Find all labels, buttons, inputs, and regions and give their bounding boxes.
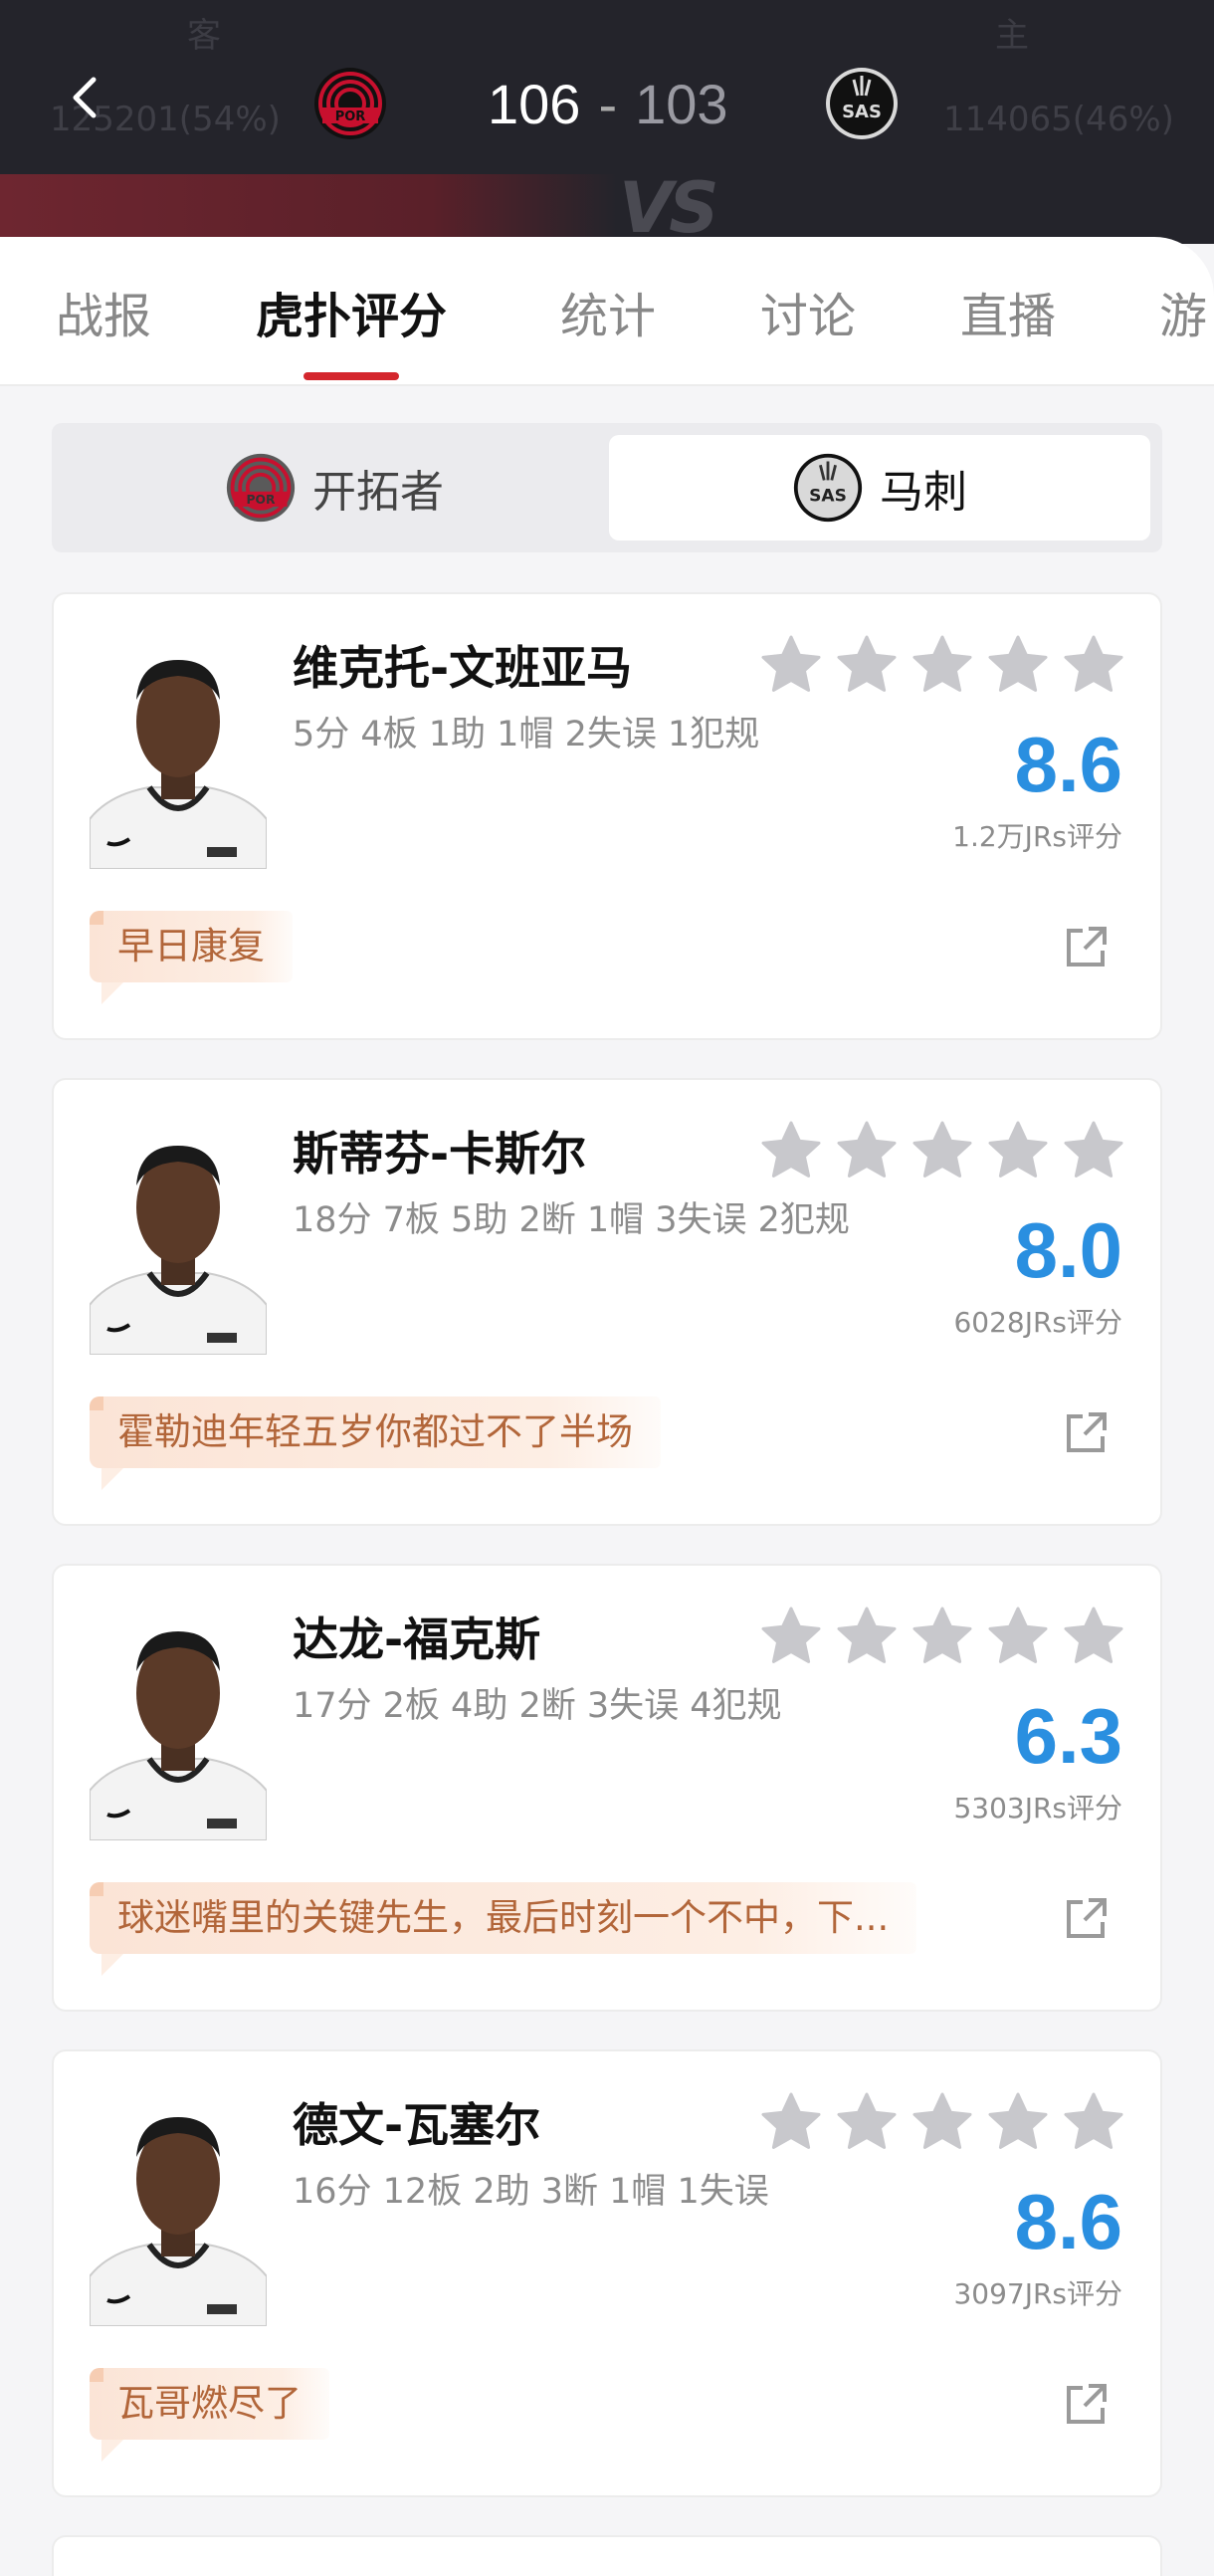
svg-text:SAS: SAS bbox=[842, 102, 882, 122]
star-icon[interactable] bbox=[760, 2091, 822, 2153]
share-button[interactable] bbox=[1063, 923, 1111, 970]
player-card[interactable]: 维克托-文班亚马 5分 4板 1助 1帽 2失误 1犯规 8.6 1.2万JRs… bbox=[52, 592, 1162, 1040]
share-icon bbox=[1063, 2380, 1111, 2428]
rating-count: 1.2万JRs评分 bbox=[952, 820, 1122, 853]
team-option-blazers[interactable]: POR 开拓者 bbox=[64, 435, 605, 540]
rating-stars bbox=[760, 1606, 1124, 1667]
share-icon bbox=[1063, 923, 1111, 970]
star-icon[interactable] bbox=[987, 1606, 1049, 1667]
star-icon[interactable] bbox=[1063, 2091, 1124, 2153]
vs-mark: VS bbox=[619, 167, 719, 244]
share-icon bbox=[1063, 1894, 1111, 1942]
tab-discussion[interactable]: 讨论 bbox=[760, 277, 856, 346]
rating-stars bbox=[760, 634, 1124, 696]
star-icon[interactable] bbox=[1063, 1606, 1124, 1667]
player-avatar-icon bbox=[90, 630, 267, 869]
player-avatar-icon bbox=[90, 1116, 267, 1355]
star-icon[interactable] bbox=[760, 634, 822, 696]
tab-bar: 战报 虎扑评分 统计 讨论 直播 游 bbox=[0, 237, 1214, 386]
active-tab-indicator bbox=[304, 372, 399, 380]
team-switcher: POR 开拓者 SAS 马刺 bbox=[52, 423, 1162, 552]
star-icon[interactable] bbox=[836, 634, 898, 696]
star-icon[interactable] bbox=[760, 1120, 822, 1181]
tab-stats[interactable]: 统计 bbox=[560, 277, 656, 346]
rating-count: 6028JRs评分 bbox=[953, 1306, 1122, 1339]
player-rating: 8.6 bbox=[1014, 2178, 1122, 2265]
player-name: 德文-瓦塞尔 bbox=[293, 2098, 541, 2152]
away-score: 103 bbox=[635, 73, 728, 135]
player-name: 斯蒂芬-卡斯尔 bbox=[293, 1127, 587, 1181]
player-avatar bbox=[90, 2087, 267, 2326]
sas-logo-icon[interactable]: SAS bbox=[824, 66, 900, 141]
player-name: 维克托-文班亚马 bbox=[293, 641, 633, 695]
rating-stars bbox=[760, 2091, 1124, 2153]
team-name-blazers: 开拓者 bbox=[312, 467, 444, 518]
star-icon[interactable] bbox=[987, 634, 1049, 696]
tab-report[interactable]: 战报 bbox=[56, 277, 151, 346]
player-avatar bbox=[90, 1116, 267, 1355]
tab-more[interactable]: 游 bbox=[1159, 277, 1207, 346]
star-icon[interactable] bbox=[911, 1120, 973, 1181]
player-stats: 5分 4板 1助 1帽 2失误 1犯规 bbox=[293, 715, 760, 754]
star-icon[interactable] bbox=[836, 1120, 898, 1181]
svg-text:SAS: SAS bbox=[809, 486, 847, 506]
game-header: VS 客 主 125201(54%) 114065(46%) POR 106-1… bbox=[0, 0, 1214, 244]
star-icon[interactable] bbox=[1063, 634, 1124, 696]
scoreboard: 106-103 bbox=[488, 72, 728, 136]
away-side-label: 客 bbox=[187, 16, 221, 56]
away-vote-bar bbox=[0, 174, 617, 244]
star-icon[interactable] bbox=[987, 1120, 1049, 1181]
home-side-label: 主 bbox=[995, 16, 1029, 56]
sas-logo-icon: SAS bbox=[793, 453, 863, 523]
back-arrow-icon bbox=[73, 77, 97, 118]
svg-text:POR: POR bbox=[247, 493, 276, 507]
player-avatar bbox=[90, 1602, 267, 1840]
score-separator: - bbox=[598, 73, 618, 135]
home-score: 106 bbox=[488, 73, 581, 135]
player-avatar-icon bbox=[90, 1602, 267, 1840]
tab-live[interactable]: 直播 bbox=[960, 277, 1056, 346]
star-icon[interactable] bbox=[911, 634, 973, 696]
star-icon[interactable] bbox=[911, 1606, 973, 1667]
star-icon[interactable] bbox=[836, 1606, 898, 1667]
star-icon[interactable] bbox=[987, 2091, 1049, 2153]
star-icon[interactable] bbox=[911, 2091, 973, 2153]
por-logo-icon[interactable]: POR bbox=[312, 66, 388, 141]
share-button[interactable] bbox=[1063, 1894, 1111, 1942]
share-button[interactable] bbox=[1063, 1408, 1111, 1456]
star-icon[interactable] bbox=[1063, 1120, 1124, 1181]
share-button[interactable] bbox=[1063, 2380, 1111, 2428]
top-comment[interactable]: 球迷嘴里的关键先生，最后时刻一个不中，下... bbox=[90, 1882, 917, 1976]
back-button[interactable] bbox=[58, 70, 113, 125]
player-rating: 8.6 bbox=[1014, 721, 1122, 808]
team-name-spurs: 马刺 bbox=[880, 467, 967, 518]
por-logo-icon: POR bbox=[226, 453, 296, 523]
player-name: 达龙-福克斯 bbox=[293, 1612, 541, 1666]
team-option-spurs[interactable]: SAS 马刺 bbox=[609, 435, 1150, 540]
rating-count: 3097JRs评分 bbox=[953, 2277, 1122, 2310]
star-icon[interactable] bbox=[760, 1606, 822, 1667]
player-stats: 18分 7板 5助 2断 1帽 3失误 2犯规 bbox=[293, 1200, 850, 1240]
player-stats: 16分 12板 2助 3断 1帽 1失误 bbox=[293, 2172, 769, 2212]
rating-stars bbox=[760, 1120, 1124, 1181]
star-icon[interactable] bbox=[836, 2091, 898, 2153]
player-card[interactable]: 斯蒂芬-卡斯尔 18分 7板 5助 2断 1帽 3失误 2犯规 8.0 6028… bbox=[52, 1078, 1162, 1526]
svg-text:POR: POR bbox=[335, 109, 366, 124]
player-rating: 8.0 bbox=[1014, 1206, 1122, 1294]
player-stats: 17分 2板 4助 2断 3失误 4犯规 bbox=[293, 1686, 782, 1726]
tab-hupu-rating[interactable]: 虎扑评分 bbox=[256, 277, 447, 346]
player-card[interactable]: 德文-瓦塞尔 16分 12板 2助 3断 1帽 1失误 8.6 3097JRs评… bbox=[52, 2049, 1162, 2497]
rating-count: 5303JRs评分 bbox=[953, 1792, 1122, 1825]
home-votes: 114065(46%) bbox=[943, 100, 1174, 139]
player-rating: 6.3 bbox=[1014, 1692, 1122, 1780]
top-comment[interactable]: 早日康复 bbox=[90, 911, 293, 1004]
top-comment[interactable]: 瓦哥燃尽了 bbox=[90, 2368, 329, 2462]
share-icon bbox=[1063, 1408, 1111, 1456]
player-card[interactable] bbox=[52, 2535, 1162, 2576]
player-avatar bbox=[90, 630, 267, 869]
player-card[interactable]: 达龙-福克斯 17分 2板 4助 2断 3失误 4犯规 6.3 5303JRs评… bbox=[52, 1564, 1162, 2012]
top-comment[interactable]: 霍勒迪年轻五岁你都过不了半场 bbox=[90, 1396, 661, 1490]
player-avatar-icon bbox=[90, 2087, 267, 2326]
